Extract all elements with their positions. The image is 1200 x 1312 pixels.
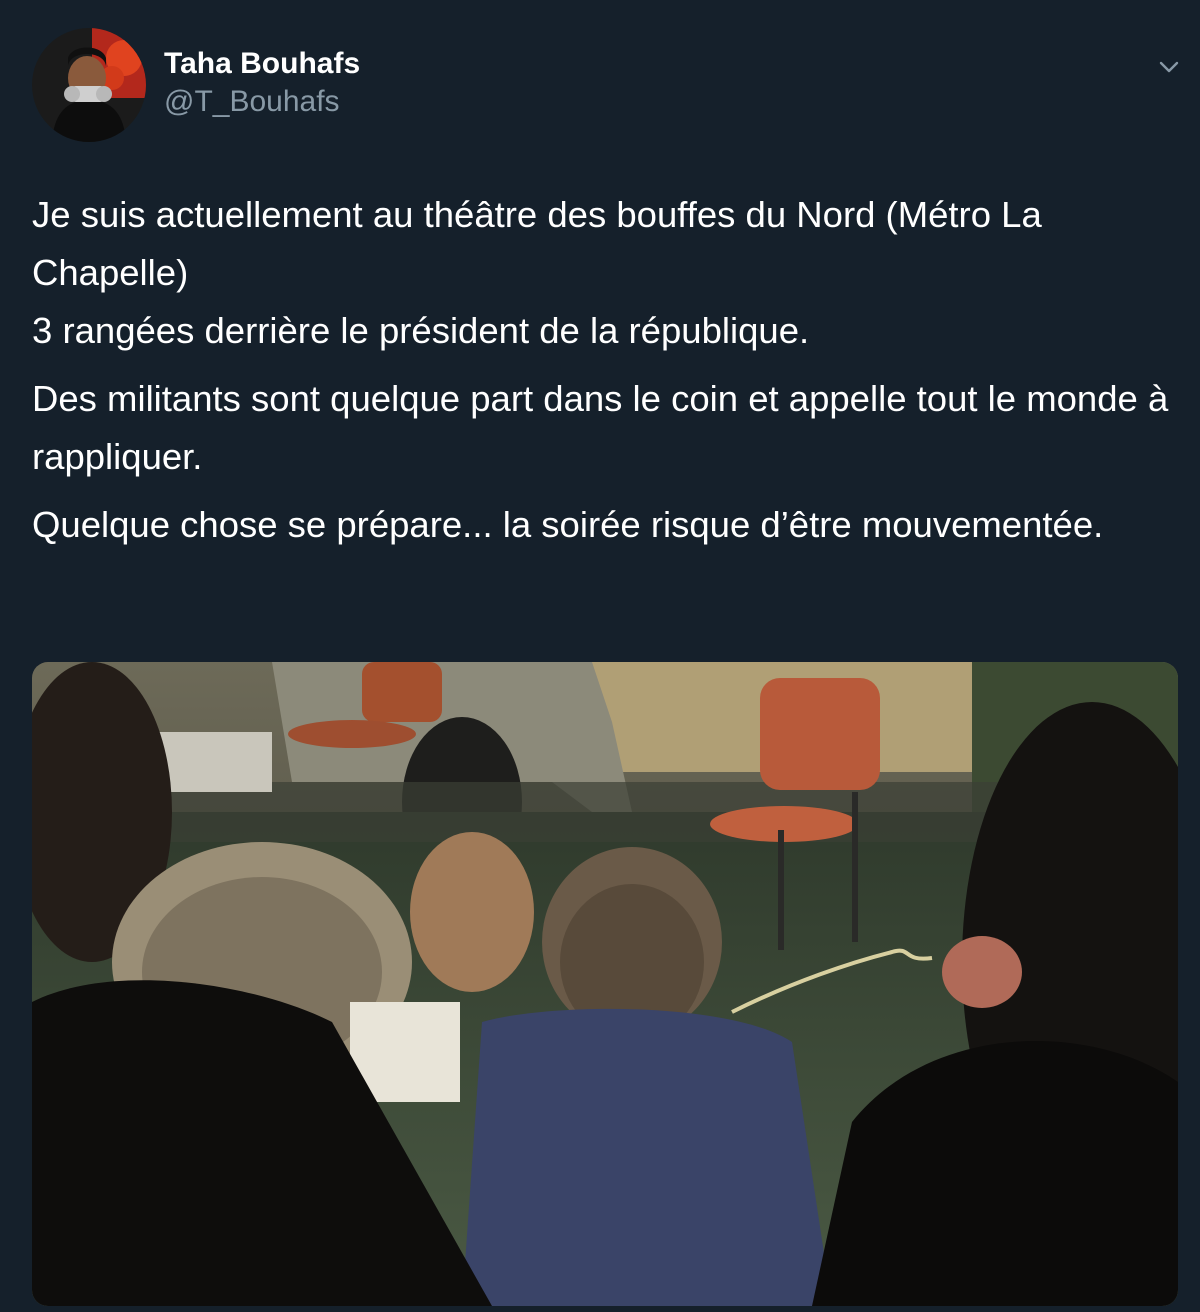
chevron-down-icon bbox=[1159, 61, 1179, 73]
avatar-image bbox=[32, 28, 146, 142]
tweet-line: Je suis actuellement au théâtre des bouf… bbox=[32, 194, 1042, 293]
tweet-line: Quelque chose se prépare... la soirée ri… bbox=[32, 504, 1104, 545]
tweet-line: Des militants sont quelque part dans le … bbox=[32, 378, 1169, 477]
tweet-media-video[interactable] bbox=[32, 662, 1178, 1306]
tweet-card: Taha Bouhafs @T_Bouhafs Je suis actuelle… bbox=[0, 0, 1200, 1312]
video-thumbnail-image bbox=[32, 662, 1178, 1306]
tweet-paragraph: Des militants sont quelque part dans le … bbox=[32, 370, 1182, 486]
tweet-text: Je suis actuellement au théâtre des bouf… bbox=[32, 186, 1182, 564]
tweet-paragraph: Je suis actuellement au théâtre des bouf… bbox=[32, 186, 1182, 360]
author-handle[interactable]: @T_Bouhafs bbox=[164, 84, 340, 120]
author-display-name[interactable]: Taha Bouhafs bbox=[164, 46, 360, 82]
author-avatar[interactable] bbox=[32, 28, 146, 142]
tweet-menu-button[interactable] bbox=[1152, 52, 1186, 82]
tweet-paragraph: Quelque chose se prépare... la soirée ri… bbox=[32, 496, 1182, 554]
tweet-line: 3 rangées derrière le président de la ré… bbox=[32, 310, 810, 351]
